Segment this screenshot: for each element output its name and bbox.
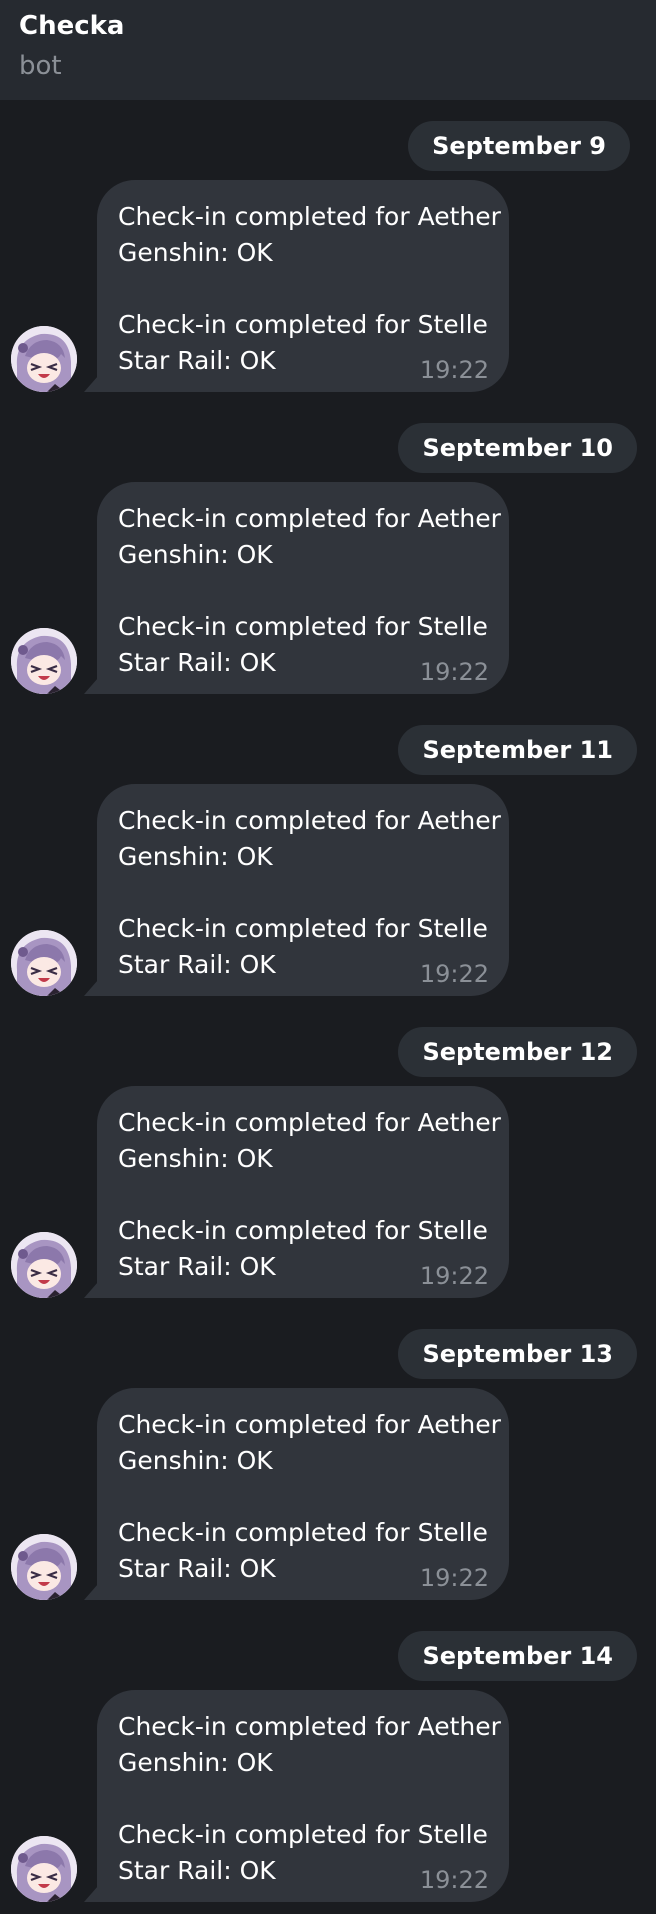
bubble-tail [84, 980, 98, 996]
bot-avatar-anime-icon[interactable] [11, 628, 77, 694]
message-line: Genshin: OK [118, 540, 273, 569]
date-pill: September 14 [398, 1631, 637, 1681]
message-bubble[interactable]: Check-in completed for Aether Genshin: O… [97, 482, 509, 694]
chat-title: Checka [19, 11, 125, 41]
bot-avatar-anime-icon[interactable] [11, 1534, 77, 1600]
bubble-tail [84, 1282, 98, 1298]
message-line: Check-in completed for Stelle [118, 1216, 488, 1245]
chat-subtitle: bot [19, 51, 62, 81]
message-line: Genshin: OK [118, 842, 273, 871]
message-line: Check-in completed for Stelle [118, 612, 488, 641]
day-group: September 14 Check-in completed for Aeth… [0, 1610, 656, 1912]
message-line: Check-in completed for Aether [118, 504, 501, 533]
message-bubble[interactable]: Check-in completed for Aether Genshin: O… [97, 1690, 509, 1902]
message-line: Genshin: OK [118, 238, 273, 267]
message-time: 19:22 [419, 1866, 489, 1894]
message-bubble[interactable]: Check-in completed for Aether Genshin: O… [97, 1388, 509, 1600]
message-line: Check-in completed for Stelle [118, 914, 488, 943]
message-line: Genshin: OK [118, 1144, 273, 1173]
message-list[interactable]: September 9 Check-in completed for Aethe… [0, 100, 656, 1914]
day-group: September 13 Check-in completed for Aeth… [0, 1308, 656, 1610]
message-bubble[interactable]: Check-in completed for Aether Genshin: O… [97, 784, 509, 996]
message-time: 19:22 [419, 1262, 489, 1290]
date-pill: September 9 [408, 121, 630, 171]
bubble-tail [84, 1886, 98, 1902]
message-time: 19:22 [419, 356, 489, 384]
message-line: Check-in completed for Aether [118, 1712, 501, 1741]
message-line: Check-in completed for Stelle [118, 310, 488, 339]
message-line: Check-in completed for Aether [118, 1108, 501, 1137]
message-line: Check-in completed for Stelle [118, 1820, 488, 1849]
bubble-tail [84, 1584, 98, 1600]
day-group: September 9 Check-in completed for Aethe… [0, 100, 656, 402]
date-pill: September 12 [398, 1027, 637, 1077]
date-pill: September 13 [398, 1329, 637, 1379]
message-line: Genshin: OK [118, 1446, 273, 1475]
message-line: Check-in completed for Stelle [118, 1518, 488, 1547]
bot-avatar-anime-icon[interactable] [11, 1232, 77, 1298]
bubble-tail [84, 678, 98, 694]
date-pill: September 10 [398, 423, 637, 473]
message-line: Check-in completed for Aether [118, 1410, 501, 1439]
message-line: Genshin: OK [118, 1748, 273, 1777]
message-time: 19:22 [419, 960, 489, 988]
day-group: September 10 Check-in completed for Aeth… [0, 402, 656, 704]
day-group: September 12 Check-in completed for Aeth… [0, 1006, 656, 1308]
bubble-tail [84, 376, 98, 392]
bot-avatar-anime-icon[interactable] [11, 1836, 77, 1902]
message-line: Check-in completed for Aether [118, 806, 501, 835]
message-time: 19:22 [419, 658, 489, 686]
day-group: September 11 Check-in completed for Aeth… [0, 704, 656, 1006]
message-bubble[interactable]: Check-in completed for Aether Genshin: O… [97, 1086, 509, 1298]
message-bubble[interactable]: Check-in completed for Aether Genshin: O… [97, 180, 509, 392]
bot-avatar-anime-icon[interactable] [11, 326, 77, 392]
date-pill: September 11 [398, 725, 637, 775]
message-line: Check-in completed for Aether [118, 202, 501, 231]
message-time: 19:22 [419, 1564, 489, 1592]
bot-avatar-anime-icon[interactable] [11, 930, 77, 996]
chat-header[interactable]: Checka bot [0, 0, 656, 100]
